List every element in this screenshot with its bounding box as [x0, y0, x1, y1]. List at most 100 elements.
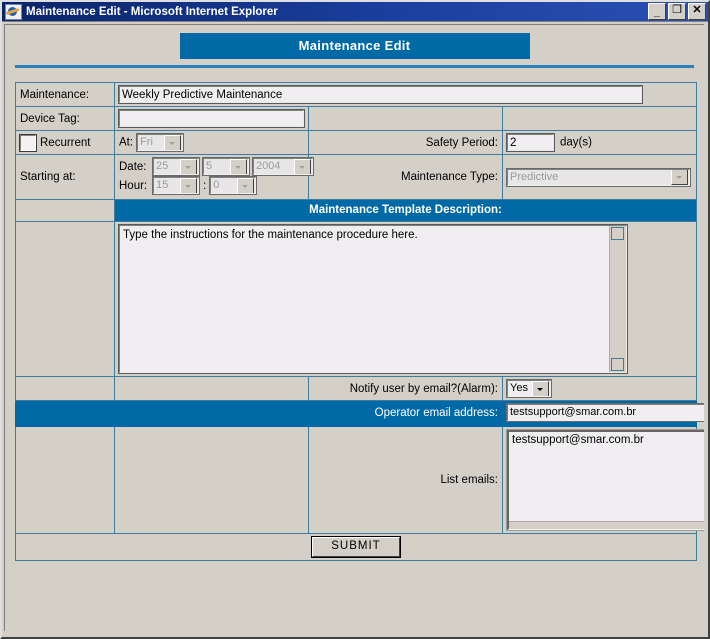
maintenance-type-label: Maintenance Type:	[308, 154, 503, 200]
date-year-select[interactable]: 2004	[252, 157, 314, 177]
notify-cell: Yes	[502, 376, 697, 401]
operator-email-spacer	[15, 400, 115, 427]
scroll-up-icon[interactable]	[611, 227, 624, 240]
minimize-button[interactable]: _	[648, 3, 666, 20]
recurrent-label: Recurrent	[40, 136, 91, 149]
chevron-down-icon	[294, 159, 311, 175]
at-cell: At: Fri	[114, 130, 309, 155]
maintenance-type-cell: Predictive	[502, 154, 697, 200]
window-title: Maintenance Edit - Microsoft Internet Ex…	[26, 5, 278, 18]
date-month-select[interactable]: 5	[202, 157, 250, 177]
date-day-select[interactable]: 25	[152, 157, 200, 177]
maintenance-type-select[interactable]: Predictive	[506, 167, 691, 187]
maintenance-form-table: Maintenance: Weekly Predictive Maintenan…	[15, 82, 704, 561]
at-label: At:	[119, 136, 134, 149]
scroll-down-icon[interactable]	[611, 358, 624, 371]
table-row-notify: Notify user by email?(Alarm): Yes	[15, 376, 697, 401]
list-emails-spacer-2	[114, 425, 309, 534]
device-tag-label: Device Tag:	[15, 106, 115, 131]
table-row-submit: SUBMIT	[15, 532, 697, 561]
maximize-button[interactable]: ❐	[668, 3, 686, 20]
table-row-starting-at: Starting at: Date: 25 5 2004 Hour: 15:0 Main…	[15, 154, 697, 200]
date-month-value: 5	[206, 160, 213, 173]
notify-spacer-2	[114, 376, 309, 401]
chevron-down-icon	[532, 381, 549, 396]
minimize-icon: _	[653, 6, 661, 18]
starting-at-cell: Date: 25 5 2004 Hour: 15:0	[114, 154, 314, 200]
chevron-down-icon	[237, 178, 255, 194]
maintenance-type-value: Predictive	[510, 170, 559, 183]
device-tag-spacer-1	[308, 106, 503, 131]
operator-email-spacer-2	[114, 400, 309, 427]
device-tag-input[interactable]	[118, 109, 305, 128]
date-row: Date: 25 5 2004	[119, 157, 314, 177]
table-row-operator-email: Operator email address: testsupport@smar…	[15, 400, 704, 427]
page-title: Maintenance Edit	[179, 33, 530, 59]
maintenance-input[interactable]: Weekly Predictive Maintenance	[118, 85, 643, 104]
template-textarea-text: Type the instructions for the maintenanc…	[123, 229, 418, 241]
chevron-down-icon	[230, 159, 247, 175]
safety-period-label: Safety Period:	[308, 130, 503, 155]
template-body-spacer	[15, 221, 115, 377]
list-emails-horizontal-scrollbar[interactable]	[509, 520, 704, 529]
table-row-recurrent: Recurrent At: Fri Safety Period: 2 day(s)	[15, 130, 697, 155]
safety-period-cell: 2 day(s)	[502, 130, 697, 155]
notify-select[interactable]: Yes	[506, 379, 552, 398]
template-section-title: Maintenance Template Description:	[114, 199, 697, 222]
device-tag-spacer-2	[502, 106, 697, 131]
page-header: Maintenance Edit	[15, 33, 694, 59]
close-button[interactable]: ✕	[688, 3, 706, 20]
recurrent-cell: Recurrent	[15, 130, 115, 155]
at-weekday-select[interactable]: Fri	[136, 133, 185, 152]
table-row-template-body: Type the instructions for the maintenanc…	[15, 221, 697, 377]
chevron-down-icon	[671, 169, 688, 185]
starting-at-label: Starting at:	[15, 154, 115, 200]
date-label: Date:	[119, 161, 147, 173]
window-controls: _ ❐ ✕	[648, 3, 706, 20]
operator-email-value: testsupport@smar.com.br	[510, 406, 637, 418]
hour-select[interactable]: 15	[152, 176, 200, 196]
at-weekday-value: Fri	[140, 136, 153, 148]
list-emails-cell: testsupport@smar.com.br	[502, 425, 704, 534]
maintenance-field-cell: Weekly Predictive Maintenance	[114, 82, 697, 107]
template-textarea[interactable]: Type the instructions for the maintenanc…	[118, 224, 628, 374]
maximize-icon: ❐	[672, 4, 682, 16]
browser-window: Maintenance Edit - Microsoft Internet Ex…	[0, 0, 710, 639]
submit-cell: SUBMIT	[15, 532, 697, 561]
date-year-value: 2004	[256, 160, 281, 173]
minute-value: 0	[213, 179, 220, 192]
date-day-value: 25	[156, 160, 169, 173]
notify-spacer	[15, 376, 115, 401]
safety-period-input[interactable]: 2	[506, 133, 555, 152]
chevron-down-icon	[164, 135, 182, 150]
notify-label: Notify user by email?(Alarm):	[308, 376, 503, 401]
template-textarea-scrollbar[interactable]	[609, 226, 626, 372]
hour-value: 15	[156, 179, 169, 192]
operator-email-select[interactable]: testsupport@smar.com.br	[506, 403, 704, 422]
time-separator: :	[203, 180, 207, 192]
operator-email-label: Operator email address:	[308, 400, 503, 427]
list-emails-spacer	[15, 425, 115, 534]
hour-label: Hour:	[119, 180, 148, 192]
template-header-spacer	[15, 199, 115, 222]
list-item[interactable]: testsupport@smar.com.br	[509, 432, 704, 449]
safety-period-unit: day(s)	[560, 136, 592, 149]
close-icon: ✕	[692, 4, 702, 16]
table-row-device-tag: Device Tag:	[15, 106, 697, 131]
template-textarea-cell: Type the instructions for the maintenanc…	[114, 221, 697, 377]
title-bar: Maintenance Edit - Microsoft Internet Ex…	[2, 2, 708, 21]
device-tag-field-cell	[114, 106, 309, 131]
client-area: Maintenance Edit Maintenance: Weekly Pre…	[2, 21, 708, 637]
list-emails-listbox[interactable]: testsupport@smar.com.br	[506, 428, 704, 531]
page-viewport: Maintenance Edit Maintenance: Weekly Pre…	[4, 24, 704, 631]
chevron-down-icon	[180, 178, 197, 194]
list-emails-label: List emails:	[308, 425, 503, 534]
table-row-maintenance: Maintenance: Weekly Predictive Maintenan…	[15, 82, 697, 107]
table-row-template-header: Maintenance Template Description:	[15, 199, 697, 222]
document-body: Maintenance Edit Maintenance: Weekly Pre…	[5, 25, 704, 561]
operator-email-cell: testsupport@smar.com.brAddRemove	[502, 400, 704, 427]
internet-explorer-icon	[5, 3, 22, 20]
recurrent-checkbox[interactable]	[19, 133, 37, 152]
minute-select[interactable]: 0	[209, 176, 258, 196]
submit-button[interactable]: SUBMIT	[311, 535, 401, 558]
